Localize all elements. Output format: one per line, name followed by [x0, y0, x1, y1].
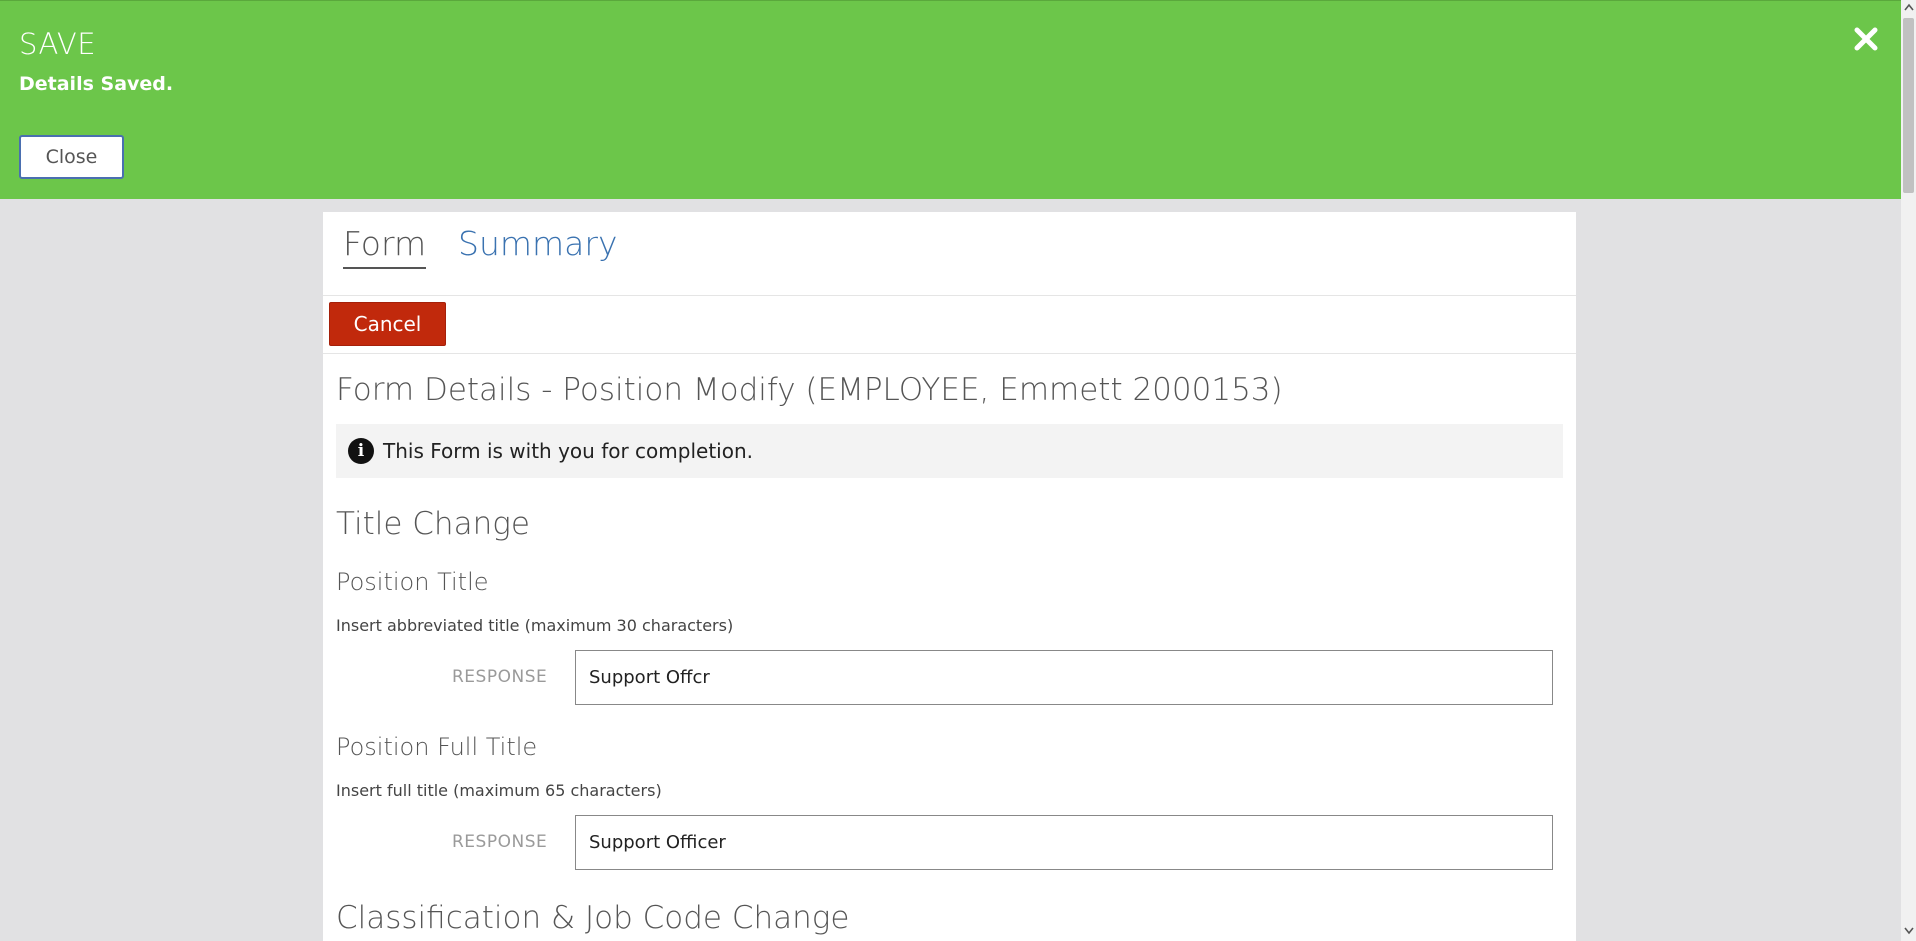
scroll-up-icon[interactable] — [1901, 0, 1916, 17]
response-row: RESPONSE — [336, 815, 1563, 870]
cancel-button[interactable]: Cancel — [329, 302, 446, 346]
section-title-change: Title Change — [336, 506, 530, 542]
position-title-input[interactable] — [575, 650, 1553, 705]
page-scrollbar[interactable] — [1901, 0, 1916, 941]
question-help-text: Insert full title (maximum 65 characters… — [336, 781, 662, 800]
form-content: Form Details - Position Modify (EMPLOYEE… — [323, 372, 1576, 936]
tab-summary[interactable]: Summary — [458, 224, 617, 267]
info-message: This Form is with you for completion. — [383, 439, 753, 463]
position-full-title-input[interactable] — [575, 815, 1553, 870]
scrollbar-thumb[interactable] — [1903, 18, 1914, 193]
form-card: Form Summary Cancel Form Details - Posit… — [323, 212, 1576, 941]
toolbar: Cancel — [323, 296, 1576, 354]
notification-title: SAVE — [19, 27, 97, 61]
response-label: RESPONSE — [452, 832, 548, 852]
scroll-down-icon[interactable] — [1901, 924, 1916, 941]
notification-close-button[interactable]: Close — [19, 135, 124, 179]
response-row: RESPONSE — [336, 650, 1563, 705]
section-classification-change: Classification & Job Code Change — [336, 900, 850, 936]
question-position-title: Position Title — [336, 568, 489, 596]
tab-form[interactable]: Form — [343, 224, 427, 269]
save-notification-banner: SAVE Details Saved. Close — [0, 0, 1901, 199]
close-icon[interactable] — [1850, 19, 1882, 59]
notification-message: Details Saved. — [19, 73, 174, 95]
info-banner: i This Form is with you for completion. — [336, 424, 1563, 478]
response-label: RESPONSE — [452, 667, 548, 687]
question-help-text: Insert abbreviated title (maximum 30 cha… — [336, 616, 734, 635]
tab-bar: Form Summary — [323, 212, 1576, 296]
question-position-full-title: Position Full Title — [336, 733, 538, 761]
info-icon: i — [348, 438, 374, 464]
form-heading: Form Details - Position Modify (EMPLOYEE… — [336, 372, 1283, 408]
